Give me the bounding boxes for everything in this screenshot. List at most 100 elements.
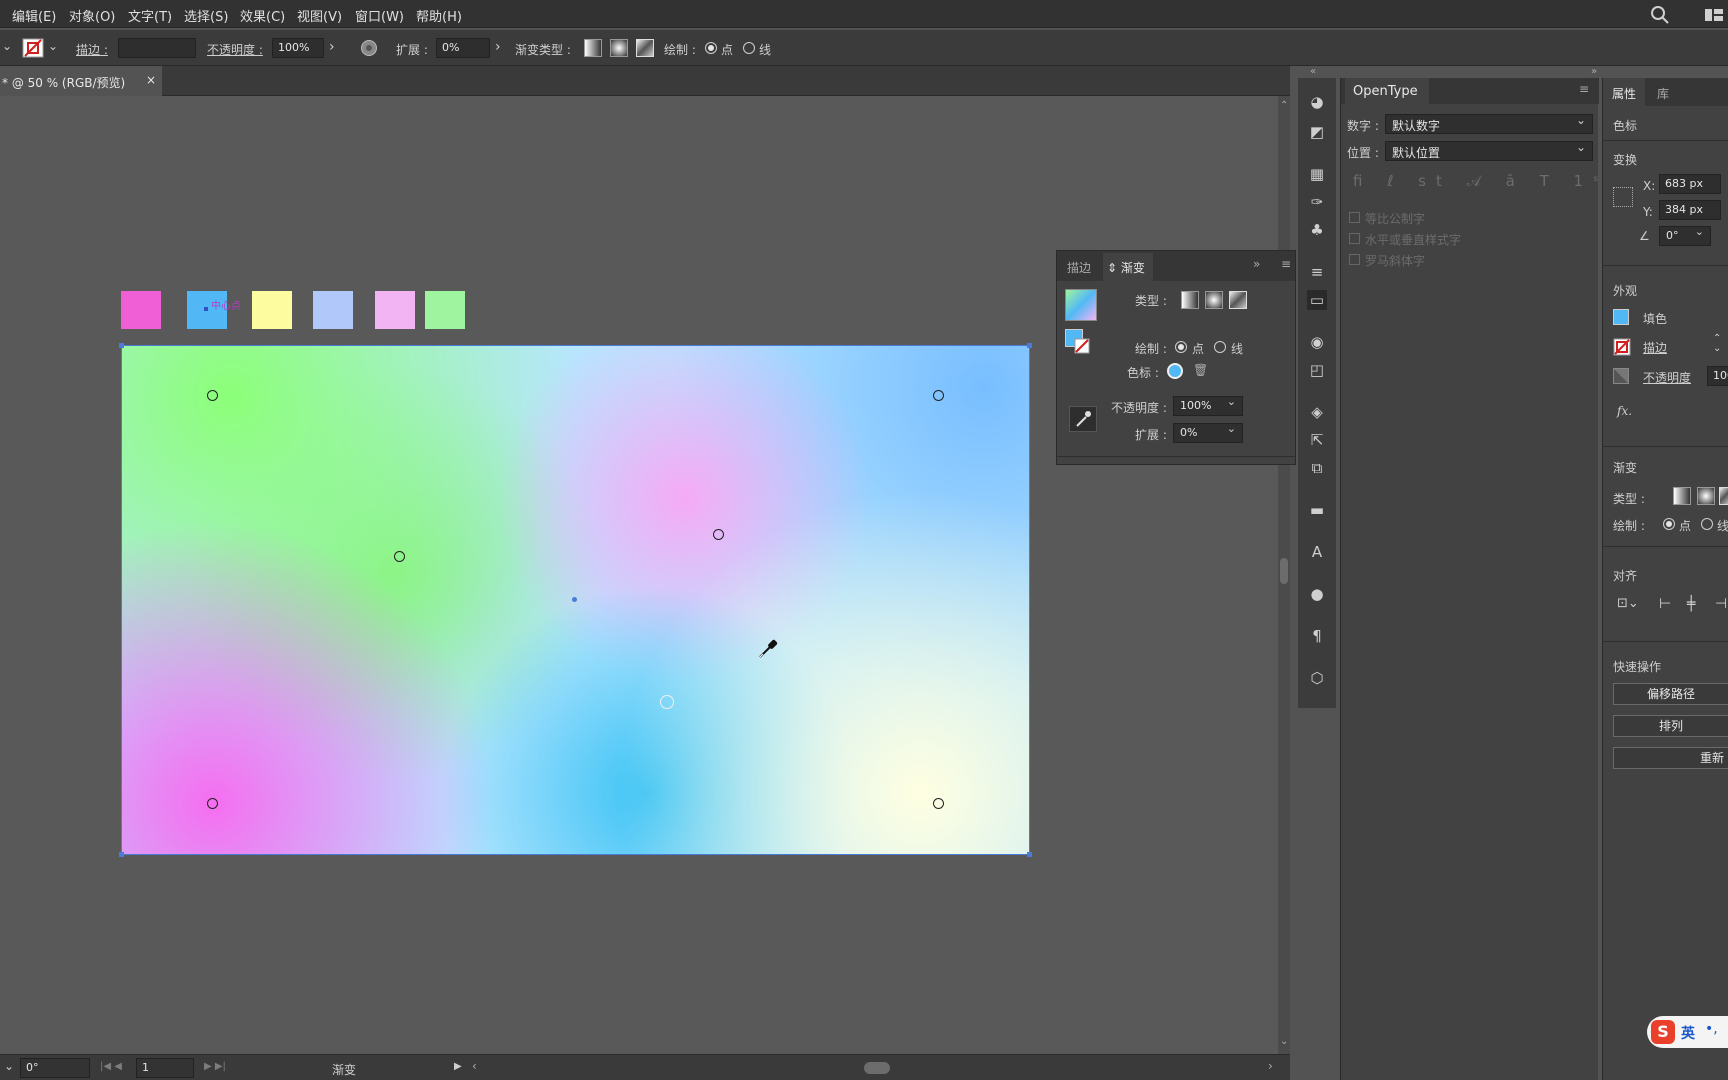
y-field[interactable]: 384 px: [1659, 200, 1721, 220]
selection-handle[interactable]: [119, 852, 124, 857]
eyedropper-button[interactable]: [1069, 406, 1097, 432]
panel-menu-icon[interactable]: ≡: [1579, 82, 1589, 96]
chevron-right-icon[interactable]: ›: [1268, 1059, 1273, 1073]
proportional-checkbox[interactable]: [1349, 212, 1360, 223]
roman-italic-checkbox[interactable]: [1349, 254, 1360, 265]
selection-handle[interactable]: [1027, 852, 1032, 857]
panel-menu-icon[interactable]: ≡: [1281, 257, 1291, 271]
gradient-color-stop[interactable]: [933, 390, 944, 401]
search-icon[interactable]: [1650, 5, 1670, 25]
3d-icon[interactable]: ⬡: [1307, 668, 1327, 688]
color-stop-swatch[interactable]: [1167, 363, 1183, 379]
horizontal-scroll-thumb[interactable]: [864, 1062, 890, 1074]
position-dropdown[interactable]: 默认位置: [1385, 140, 1593, 161]
chevron-right-icon[interactable]: ›: [495, 39, 501, 55]
draw-line-radio[interactable]: [743, 42, 755, 54]
opacity-dropdown[interactable]: 100%: [1173, 395, 1243, 416]
freeform-gradient-icon[interactable]: [1229, 291, 1247, 309]
menu-object[interactable]: 对象(O): [69, 6, 115, 25]
stroke-panel-icon[interactable]: ≡: [1307, 262, 1327, 282]
gradient-color-stop[interactable]: [207, 390, 218, 401]
color-icon[interactable]: ◩: [1307, 122, 1327, 142]
stroke-weight-field[interactable]: [118, 38, 196, 58]
align-to-icon[interactable]: ⊡⌄: [1617, 596, 1639, 611]
reset-button[interactable]: 重新: [1613, 747, 1728, 769]
draw-line-radio[interactable]: [1214, 341, 1226, 353]
stroke-none-icon[interactable]: [1074, 338, 1090, 354]
document-tab[interactable]: * @ 50 % (RGB/预览) ×: [0, 66, 162, 96]
spread-dropdown[interactable]: 0%: [1173, 422, 1243, 443]
stroke-none-icon[interactable]: [1613, 338, 1631, 356]
number-dropdown[interactable]: 默认数字: [1385, 113, 1593, 134]
chevron-down-icon[interactable]: ⌄: [1280, 1036, 1288, 1047]
align-left-icon[interactable]: ⊢: [1659, 596, 1671, 612]
scroll-thumb[interactable]: [1280, 558, 1288, 584]
rotate-view-field[interactable]: 0°: [20, 1058, 90, 1078]
draw-point-radio[interactable]: [705, 42, 717, 54]
transparency-icon[interactable]: ◰: [1307, 360, 1327, 380]
chevron-right-icon[interactable]: ›: [329, 39, 335, 55]
fill-swatch[interactable]: [1613, 309, 1629, 325]
gradient-color-stop[interactable]: [713, 529, 724, 540]
workspace-switcher-icon[interactable]: [1704, 7, 1724, 23]
chevron-down-icon[interactable]: ⌄: [48, 39, 58, 53]
arrange-button[interactable]: 排列: [1613, 715, 1728, 737]
reference-point-icon[interactable]: [1613, 187, 1633, 207]
menu-type[interactable]: 文字(T): [128, 6, 172, 25]
character-icon[interactable]: A: [1307, 542, 1327, 562]
opacity-label[interactable]: 不透明度: [1643, 369, 1691, 386]
stroke-label[interactable]: 描边 :: [76, 41, 108, 58]
gradient-color-stop[interactable]: [933, 798, 944, 809]
menu-select[interactable]: 选择(S): [184, 6, 228, 25]
chevron-left-icon[interactable]: ‹: [472, 1059, 477, 1073]
stylistic-checkbox[interactable]: [1349, 233, 1360, 244]
brushes-icon[interactable]: ✑: [1307, 192, 1327, 212]
selection-handle[interactable]: [1027, 343, 1032, 348]
draw-point-radio[interactable]: [1175, 341, 1187, 353]
menu-effect[interactable]: 效果(C): [240, 6, 285, 25]
artboard-number-field[interactable]: 1: [136, 1058, 194, 1078]
symbols-icon[interactable]: ♣: [1307, 220, 1327, 240]
linear-gradient-icon[interactable]: [1181, 291, 1199, 309]
chevron-down-icon[interactable]: ⌄: [4, 1059, 14, 1073]
angle-dropdown[interactable]: 0°: [1659, 225, 1711, 246]
draw-line-radio[interactable]: [1701, 518, 1713, 530]
gradient-panel-icon[interactable]: ▭: [1307, 290, 1327, 310]
menu-window[interactable]: 窗口(W): [355, 6, 404, 25]
gradient-color-stop-selected[interactable]: [660, 695, 674, 709]
align-right-icon[interactable]: ⊣: [1715, 596, 1727, 612]
spread-field[interactable]: 0%: [436, 38, 490, 58]
stepper-icon[interactable]: ⌃ ⌄: [1713, 334, 1721, 354]
radial-gradient-icon[interactable]: [1205, 291, 1223, 309]
vertical-scrollbar[interactable]: ⌃ ⌄: [1278, 96, 1290, 1054]
freeform-gradient-icon[interactable]: [636, 39, 654, 57]
x-field[interactable]: 683 px: [1659, 174, 1721, 194]
linear-gradient-icon[interactable]: [584, 39, 602, 57]
menu-view[interactable]: 视图(V): [297, 6, 342, 25]
chevron-up-icon[interactable]: ⌃: [1280, 100, 1288, 111]
play-icon[interactable]: ▶: [454, 1061, 462, 1072]
color-guide-icon[interactable]: ◕: [1307, 92, 1327, 112]
collapse-icon[interactable]: «: [1310, 66, 1316, 77]
artboards-icon[interactable]: ⧉: [1307, 458, 1327, 478]
opacity-field[interactable]: 100: [1707, 366, 1728, 386]
expand-icon[interactable]: »: [1253, 257, 1260, 271]
swatches-icon[interactable]: ▦: [1307, 164, 1327, 184]
paragraph-icon[interactable]: ¶: [1307, 626, 1327, 646]
stroke-none-icon[interactable]: [22, 38, 44, 58]
gradient-color-stop[interactable]: [394, 551, 405, 562]
export-icon[interactable]: ⇱: [1307, 430, 1327, 450]
color-swatch[interactable]: [375, 291, 415, 329]
menu-edit[interactable]: 编辑(E): [12, 6, 56, 25]
freeform-gradient-icon[interactable]: [1719, 487, 1728, 505]
ime-toolbar[interactable]: S 英 •,: [1647, 1016, 1728, 1048]
punctuation-icon[interactable]: •,: [1705, 1021, 1718, 1037]
fx-icon[interactable]: fx.: [1617, 404, 1632, 418]
tab-stroke[interactable]: 描边: [1067, 259, 1091, 276]
selection-handle[interactable]: [119, 343, 124, 348]
chevron-down-icon[interactable]: ⌄: [2, 39, 12, 53]
offset-path-button[interactable]: 偏移路径: [1613, 683, 1728, 705]
radial-gradient-icon[interactable]: [1697, 487, 1715, 505]
align-center-icon[interactable]: ╪: [1687, 596, 1695, 612]
gradient-color-stop[interactable]: [207, 798, 218, 809]
